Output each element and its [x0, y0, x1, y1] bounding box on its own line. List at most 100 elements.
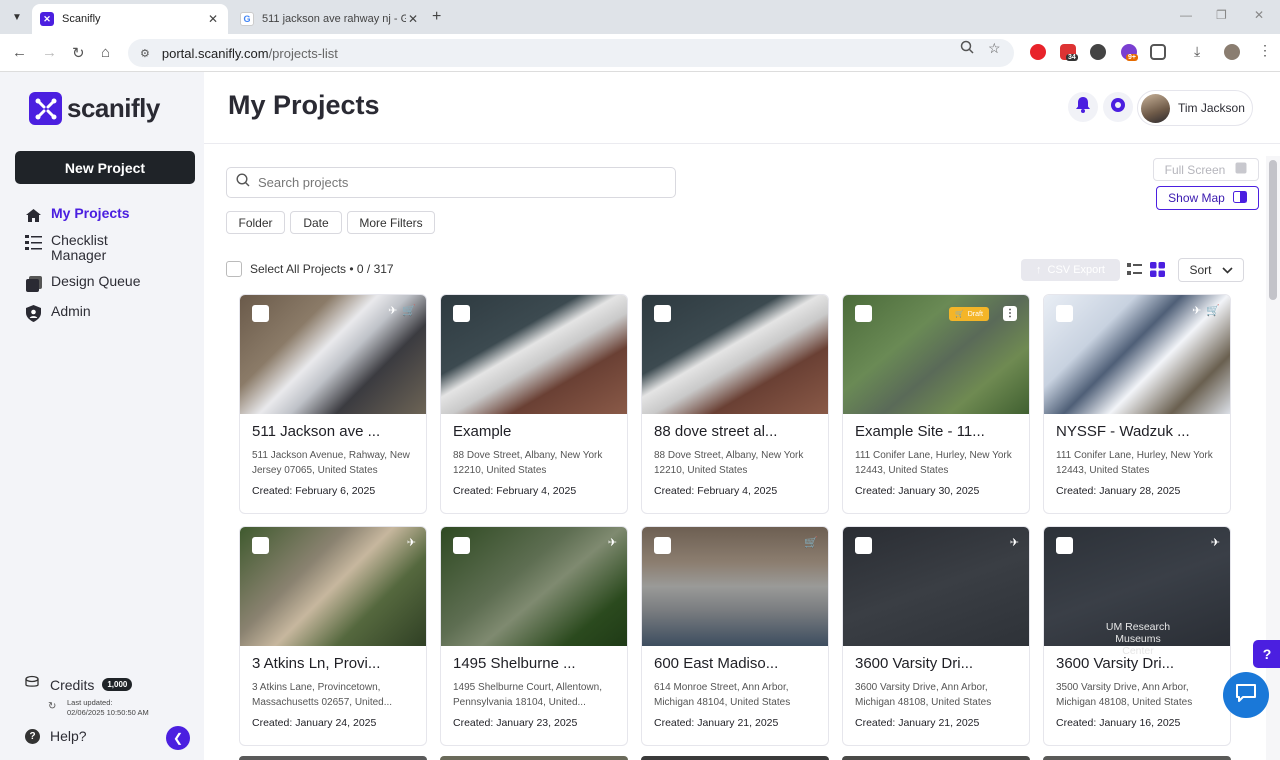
close-tab-icon[interactable]: ✕	[406, 12, 420, 26]
credits[interactable]: Credits 1,000	[24, 675, 133, 694]
shield-user-icon	[25, 305, 42, 322]
profile-avatar-icon[interactable]	[1224, 44, 1240, 60]
browser-tab-scanifly[interactable]: ✕ Scanifly ✕	[32, 4, 228, 34]
scrollbar[interactable]	[1266, 156, 1280, 760]
project-card[interactable]: 🛒 600 East Madiso... 614 Monroe Street, …	[641, 526, 829, 746]
sidebar-item-my-projects[interactable]: My Projects	[25, 206, 141, 224]
select-all-projects[interactable]: Select All Projects • 0 / 317	[226, 261, 394, 277]
project-checkbox[interactable]	[654, 305, 671, 322]
extension-badge: 34	[1066, 54, 1078, 61]
home-icon[interactable]: ⌂	[101, 44, 110, 61]
project-card[interactable]: ✈ 🛒 511 Jackson ave ... 511 Jackson Avenu…	[239, 294, 427, 514]
browser-tab-google[interactable]: G 511 jackson ave rahway nj - Go ✕	[232, 4, 428, 34]
project-checkbox[interactable]	[855, 305, 872, 322]
project-checkbox[interactable]	[252, 537, 269, 554]
search-input[interactable]: Search projects	[226, 167, 676, 198]
sidebar-item-checklist-manager[interactable]: Checklist Manager	[25, 233, 141, 263]
project-created: Created: January 30, 2025	[855, 485, 980, 497]
new-tab-plus-icon[interactable]: +	[432, 8, 441, 26]
forward-arrow-icon[interactable]: →	[42, 44, 57, 61]
help-question-icon: ?	[25, 728, 40, 744]
project-created: Created: January 16, 2025	[1056, 717, 1181, 729]
tab-search-chevron-icon[interactable]: ▼	[6, 7, 28, 27]
maximize-icon[interactable]: ❐	[1216, 8, 1227, 22]
scanifly-logo[interactable]: scanifly	[29, 92, 160, 125]
sidebar-item-admin[interactable]: Admin	[25, 304, 141, 322]
project-title: Example	[453, 423, 512, 440]
full-screen-button[interactable]: Full Screen	[1153, 158, 1259, 181]
extension-red-icon[interactable]	[1030, 44, 1046, 60]
more-options-icon[interactable]: ⋮	[1003, 306, 1017, 321]
project-checkbox[interactable]	[1056, 537, 1073, 554]
site-info-icon[interactable]: ⚙	[140, 47, 150, 60]
list-view-icon[interactable]	[1127, 262, 1142, 277]
project-checkbox[interactable]	[453, 305, 470, 322]
project-checkbox[interactable]	[453, 537, 470, 554]
date-filter-button[interactable]: Date	[290, 211, 342, 234]
close-tab-icon[interactable]: ✕	[206, 12, 220, 26]
project-address: 1495 Shelburne Court, Allentown, Pennsyl…	[453, 682, 602, 708]
project-card[interactable]: ✈ 3 Atkins Ln, Provi... 3 Atkins Lane, P…	[239, 526, 427, 746]
browser-tab-strip: ▼ ✕ Scanifly ✕ G 511 jackson ave rahway …	[0, 0, 1280, 34]
project-card-peek	[1043, 756, 1231, 760]
select-all-checkbox[interactable]	[226, 261, 242, 277]
project-card[interactable]: Example 88 Dove Street, Albany, New York…	[440, 294, 628, 514]
close-window-icon[interactable]: ✕	[1254, 8, 1264, 22]
project-created: Created: January 21, 2025	[654, 717, 779, 729]
notifications-button[interactable]	[1068, 92, 1098, 122]
back-arrow-icon[interactable]: ←	[12, 44, 27, 61]
cart-icon: 🛒	[1206, 305, 1220, 317]
project-title: Example Site - 11...	[855, 423, 985, 440]
project-card[interactable]: 🛒 Draft ⋮ Example Site - 11... 111 Conife…	[842, 294, 1030, 514]
project-card[interactable]: 88 dove street al... 88 Dove Street, Alb…	[641, 294, 829, 514]
show-map-button[interactable]: Show Map	[1156, 186, 1259, 210]
refresh-icon[interactable]: ↻	[48, 702, 56, 712]
extensions-puzzle-icon[interactable]	[1150, 44, 1166, 60]
sort-dropdown[interactable]: Sort	[1178, 258, 1244, 282]
home-icon	[25, 207, 42, 224]
zoom-search-icon[interactable]	[960, 40, 974, 57]
header-divider	[204, 143, 1280, 144]
sort-label: Sort	[1189, 263, 1212, 277]
grid-view-icon[interactable]	[1150, 262, 1165, 277]
project-address: 111 Conifer Lane, Hurley, New York 12443…	[855, 450, 1012, 476]
project-card[interactable]: ✈ 🛒 NYSSF - Wadzuk ... 111 Conifer Lane, …	[1043, 294, 1231, 514]
project-address: 511 Jackson Avenue, Rahway, New Jersey 0…	[252, 450, 410, 476]
chat-button[interactable]	[1223, 672, 1269, 718]
browser-menu-icon[interactable]: ⋮	[1258, 42, 1272, 59]
drone-icon: ✈	[388, 305, 398, 317]
drone-icon: ✈	[406, 537, 416, 549]
project-title: 3600 Varsity Dri...	[1056, 655, 1175, 672]
collapse-sidebar-button[interactable]: ❮	[166, 726, 190, 750]
project-checkbox[interactable]	[252, 305, 269, 322]
settings-button[interactable]	[1103, 92, 1133, 122]
new-project-button[interactable]: New Project	[15, 151, 195, 184]
help-question-button[interactable]: ?	[1253, 640, 1280, 668]
minimize-icon[interactable]: —	[1180, 8, 1192, 22]
help-link[interactable]: ? Help?	[25, 728, 87, 744]
download-icon[interactable]: ⤓	[1194, 43, 1200, 60]
project-address: 88 Dove Street, Albany, New York 12210, …	[453, 450, 603, 476]
reload-icon[interactable]: ↻	[72, 44, 85, 62]
csv-export-button[interactable]: ↑ CSV Export	[1021, 259, 1120, 281]
more-filters-button[interactable]: More Filters	[347, 211, 435, 234]
project-checkbox[interactable]	[1056, 305, 1073, 322]
scrollbar-thumb[interactable]	[1269, 160, 1277, 300]
bookmark-star-icon[interactable]: ☆	[988, 40, 1001, 57]
extension-globe-icon[interactable]	[1090, 44, 1106, 60]
project-checkbox[interactable]	[654, 537, 671, 554]
project-checkbox[interactable]	[855, 537, 872, 554]
folder-filter-button[interactable]: Folder	[226, 211, 285, 234]
project-card[interactable]: UM Research Museums Center ✈ 3600 Varsit…	[1043, 526, 1231, 746]
extension-badge: 9+	[1126, 54, 1138, 61]
project-card[interactable]: ✈ 3600 Varsity Dri... 3600 Varsity Drive…	[842, 526, 1030, 746]
user-menu[interactable]: Tim Jackson	[1137, 90, 1253, 126]
project-created: Created: February 6, 2025	[252, 485, 376, 497]
url-field[interactable]: ⚙ portal.scanifly.com/projects-list	[128, 39, 1014, 67]
project-card[interactable]: ✈ 1495 Shelburne ... 1495 Shelburne Cour…	[440, 526, 628, 746]
sidebar-item-design-queue[interactable]: Design Queue	[25, 274, 141, 292]
chevron-left-icon: ❮	[172, 731, 184, 745]
page-title: My Projects	[228, 90, 380, 120]
sidebar-item-label: Design Queue	[51, 273, 141, 289]
last-updated-label: Last updated:	[67, 698, 113, 707]
